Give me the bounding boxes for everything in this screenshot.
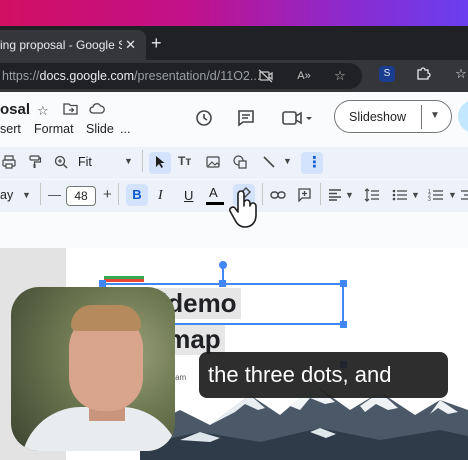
- paint-format-icon[interactable]: [28, 155, 42, 172]
- menu-insert[interactable]: sert: [0, 122, 21, 136]
- rotation-handle[interactable]: [219, 261, 227, 269]
- favorite-star-icon[interactable]: ☆: [332, 68, 348, 84]
- resize-handle-tr[interactable]: [340, 280, 347, 287]
- document-title[interactable]: osal: [0, 101, 30, 118]
- insert-image-icon[interactable]: [206, 155, 220, 172]
- window-top-gradient: [0, 0, 468, 26]
- zoom-icon[interactable]: [54, 155, 68, 172]
- underline-button[interactable]: U: [184, 188, 193, 203]
- slideshow-label: Slideshow: [349, 110, 406, 124]
- text-color-swatch: [206, 202, 224, 205]
- menu-slide[interactable]: Slide: [86, 122, 114, 136]
- align-icon[interactable]: [328, 189, 342, 204]
- close-tab-icon[interactable]: ✕: [125, 37, 136, 53]
- presenter-hair: [71, 305, 141, 331]
- favorites-bar-icon[interactable]: ☆: [452, 65, 468, 83]
- menu-format[interactable]: Format: [34, 122, 74, 136]
- read-aloud-icon[interactable]: A»: [296, 68, 312, 84]
- webcam-overlay: [11, 287, 175, 451]
- resize-handle-tl[interactable]: [99, 280, 106, 287]
- numbers-dropdown-icon[interactable]: ▼: [448, 190, 457, 200]
- line-icon[interactable]: [262, 155, 276, 172]
- slideshow-divider: [421, 105, 422, 129]
- text-box-icon[interactable]: Tт: [178, 154, 191, 168]
- new-tab-button[interactable]: +: [151, 34, 162, 52]
- toolbar-divider: [118, 183, 119, 205]
- extensions-puzzle-icon[interactable]: [414, 65, 432, 83]
- add-comment-icon[interactable]: [297, 187, 312, 205]
- align-dropdown-icon[interactable]: ▼: [345, 190, 354, 200]
- indent-icon[interactable]: [460, 188, 468, 205]
- browser-toolbar: https://docs.google.com/presentation/d/1…: [0, 60, 468, 92]
- select-cursor-icon[interactable]: [153, 155, 167, 172]
- bulleted-list-icon[interactable]: [392, 188, 408, 205]
- toolbar-divider: [40, 183, 41, 205]
- text-color-button[interactable]: A: [209, 185, 218, 200]
- numbered-list-icon[interactable]: 123: [428, 188, 444, 205]
- bullets-dropdown-icon[interactable]: ▼: [411, 190, 420, 200]
- svg-text:3: 3: [428, 197, 431, 202]
- subtitle-caption: the three dots, and: [199, 352, 448, 398]
- font-select[interactable]: ay: [0, 188, 13, 202]
- tab-title: ing proposal - Google Slid: [0, 38, 122, 52]
- cloud-status-icon[interactable]: [89, 102, 105, 118]
- camera-off-icon[interactable]: [258, 68, 274, 84]
- font-size-input[interactable]: 48: [66, 186, 96, 206]
- italic-button[interactable]: I: [158, 188, 163, 204]
- toolbar-divider: [142, 150, 143, 172]
- print-icon[interactable]: [2, 155, 16, 172]
- decrease-font-size-button[interactable]: —: [48, 187, 61, 202]
- extension-s-icon[interactable]: S: [379, 66, 395, 82]
- move-folder-icon[interactable]: [63, 102, 78, 118]
- more-vert-icon[interactable]: ⋮: [307, 153, 322, 171]
- bold-button[interactable]: B: [126, 184, 148, 206]
- shape-icon[interactable]: [233, 155, 248, 172]
- toolbar-divider: [320, 183, 321, 205]
- line-spacing-icon[interactable]: [364, 188, 380, 205]
- browser-tab-strip: ing proposal - Google Slid ✕ +: [0, 26, 468, 60]
- url-text: https://docs.google.com/presentation/d/1…: [2, 69, 261, 83]
- comments-icon[interactable]: [236, 108, 256, 133]
- zoom-select[interactable]: Fit: [78, 155, 92, 169]
- slideshow-button[interactable]: Slideshow ▼: [334, 100, 452, 133]
- resize-handle-r[interactable]: [340, 321, 347, 328]
- zoom-dropdown-icon[interactable]: ▼: [124, 156, 133, 166]
- font-dropdown-icon[interactable]: ▼: [22, 190, 31, 200]
- line-dropdown-icon[interactable]: ▼: [283, 156, 292, 166]
- chevron-down-icon[interactable]: ▼: [430, 110, 440, 121]
- star-icon[interactable]: ☆: [37, 103, 49, 119]
- slide-accent-red: [104, 279, 144, 282]
- increase-font-size-button[interactable]: +: [103, 186, 112, 203]
- version-history-icon[interactable]: [194, 108, 214, 133]
- menu-more[interactable]: ...: [120, 122, 130, 136]
- resize-handle-t[interactable]: [219, 280, 226, 287]
- address-bar[interactable]: https://docs.google.com/presentation/d/1…: [0, 63, 362, 89]
- meet-video-icon[interactable]: [281, 108, 313, 133]
- browser-tab-active[interactable]: ing proposal - Google Slid ✕: [0, 30, 146, 60]
- insert-link-icon[interactable]: [270, 189, 286, 204]
- toolbar-divider: [262, 183, 263, 205]
- hand-cursor-icon: [229, 190, 257, 228]
